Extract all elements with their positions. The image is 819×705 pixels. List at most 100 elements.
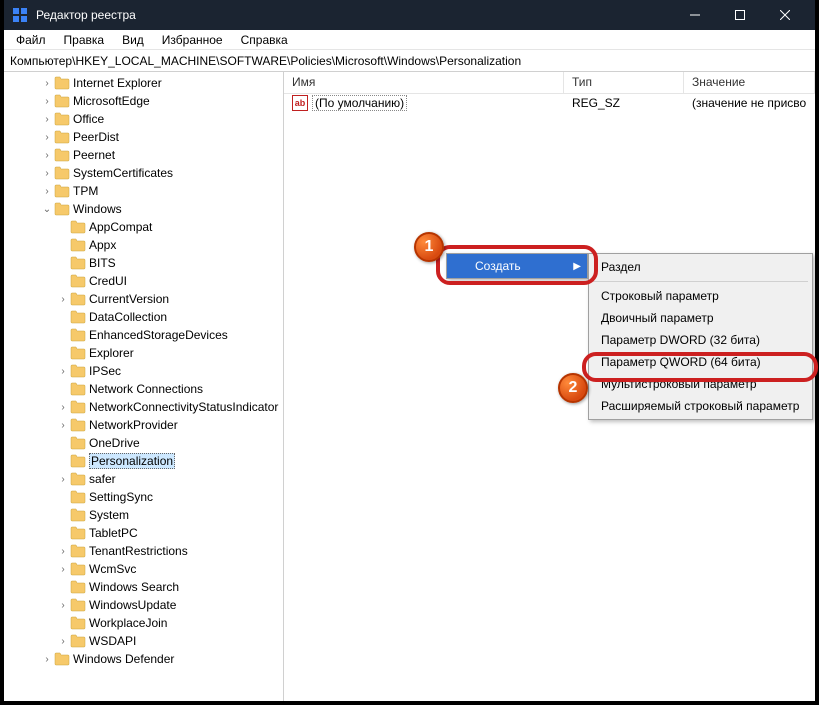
tree-node[interactable]: OneDrive	[4, 434, 283, 452]
expand-icon[interactable]: ›	[40, 168, 54, 179]
tree-node[interactable]: TabletPC	[4, 524, 283, 542]
expand-icon[interactable]: ›	[56, 294, 70, 305]
expand-icon[interactable]: ›	[40, 186, 54, 197]
expand-icon[interactable]: ›	[40, 150, 54, 161]
menu-favorites[interactable]: Избранное	[154, 31, 231, 49]
ctx-item-create[interactable]: Создать ▶	[447, 254, 587, 278]
col-header-value[interactable]: Значение	[684, 72, 815, 93]
tree-node-label: safer	[89, 472, 116, 486]
folder-icon	[70, 562, 86, 576]
menubar: Файл Правка Вид Избранное Справка	[4, 30, 815, 50]
tree-node[interactable]: DataCollection	[4, 308, 283, 326]
expand-icon[interactable]: ›	[40, 654, 54, 665]
folder-icon	[70, 508, 86, 522]
col-header-type[interactable]: Тип	[564, 72, 684, 93]
tree-node-label: Personalization	[89, 453, 175, 469]
tree-node[interactable]: SettingSync	[4, 488, 283, 506]
expand-icon[interactable]: ›	[40, 96, 54, 107]
tree-node[interactable]: Personalization	[4, 452, 283, 470]
tree-node-label: Internet Explorer	[73, 76, 162, 90]
col-header-name[interactable]: Имя	[284, 72, 564, 93]
expand-icon[interactable]: ›	[56, 366, 70, 377]
folder-icon	[70, 454, 86, 468]
menu-view[interactable]: Вид	[114, 31, 152, 49]
tree-node[interactable]: ›TenantRestrictions	[4, 542, 283, 560]
expand-icon[interactable]: ›	[40, 132, 54, 143]
tree-node[interactable]: AppCompat	[4, 218, 283, 236]
ctx2-item-key[interactable]: Раздел	[589, 256, 812, 278]
tree-node[interactable]: BITS	[4, 254, 283, 272]
tree-node[interactable]: › Peernet	[4, 146, 283, 164]
list-row[interactable]: ab (По умолчанию) REG_SZ (значение не пр…	[284, 94, 815, 112]
minimize-button[interactable]	[672, 0, 717, 30]
folder-icon	[54, 76, 70, 90]
tree-node[interactable]: › IPSec	[4, 362, 283, 380]
ctx2-item-expandstring[interactable]: Расширяемый строковый параметр	[589, 395, 812, 417]
tree-node-label: IPSec	[89, 364, 121, 378]
tree-node[interactable]: ›NetworkProvider	[4, 416, 283, 434]
tree-node[interactable]: Windows Search	[4, 578, 283, 596]
menu-help[interactable]: Справка	[233, 31, 296, 49]
tree-node[interactable]: ›MicrosoftEdge	[4, 92, 283, 110]
collapse-icon[interactable]: ⌄	[40, 204, 54, 215]
tree-node[interactable]: CredUI	[4, 272, 283, 290]
expand-icon[interactable]: ›	[56, 402, 70, 413]
string-value-icon: ab	[292, 95, 308, 111]
expand-icon[interactable]: ›	[56, 546, 70, 557]
ctx2-item-dword[interactable]: Параметр DWORD (32 бита)	[589, 329, 812, 351]
folder-icon	[70, 418, 86, 432]
folder-icon	[70, 220, 86, 234]
expand-icon[interactable]: ›	[56, 420, 70, 431]
expand-icon[interactable]: ›	[40, 78, 54, 89]
folder-icon	[54, 112, 70, 126]
ctx2-item-binary[interactable]: Двоичный параметр	[589, 307, 812, 329]
tree-view[interactable]: ›Internet Explorer›MicrosoftEdge›Office›…	[4, 72, 284, 701]
tree-node[interactable]: EnhancedStorageDevices	[4, 326, 283, 344]
expand-icon[interactable]: ›	[40, 114, 54, 125]
folder-icon	[70, 292, 86, 306]
close-button[interactable]	[762, 0, 807, 30]
tree-node[interactable]: › WindowsUpdate	[4, 596, 283, 614]
tree-node-label: WindowsUpdate	[89, 598, 176, 612]
app-icon	[12, 7, 28, 23]
tree-node[interactable]: › Internet Explorer	[4, 74, 283, 92]
tree-node[interactable]: ›NetworkConnectivityStatusIndicator	[4, 398, 283, 416]
annotation-badge-1: 1	[414, 232, 444, 262]
tree-node[interactable]: ›CurrentVersion	[4, 290, 283, 308]
annotation-badge-2: 2	[558, 373, 588, 403]
tree-node[interactable]: Network Connections	[4, 380, 283, 398]
ctx2-item-qword[interactable]: Параметр QWORD (64 бита)	[589, 351, 812, 373]
address-bar[interactable]: Компьютер\HKEY_LOCAL_MACHINE\SOFTWARE\Po…	[4, 50, 815, 72]
ctx2-item-string[interactable]: Строковый параметр	[589, 285, 812, 307]
ctx2-item-multistring[interactable]: Мультистроковый параметр	[589, 373, 812, 395]
tree-node[interactable]: Explorer	[4, 344, 283, 362]
tree-node-label: WorkplaceJoin	[89, 616, 167, 630]
tree-node-label: Peernet	[73, 148, 115, 162]
tree-node[interactable]: ›SystemCertificates	[4, 164, 283, 182]
tree-node[interactable]: ›WcmSvc	[4, 560, 283, 578]
menu-edit[interactable]: Правка	[56, 31, 113, 49]
folder-icon	[70, 310, 86, 324]
maximize-button[interactable]	[717, 0, 762, 30]
tree-node[interactable]: WorkplaceJoin	[4, 614, 283, 632]
folder-icon	[70, 382, 86, 396]
expand-icon[interactable]: ›	[56, 564, 70, 575]
tree-node[interactable]: › safer	[4, 470, 283, 488]
tree-node[interactable]: ›PeerDist	[4, 128, 283, 146]
tree-node[interactable]: › Windows Defender	[4, 650, 283, 668]
tree-node[interactable]: Appx	[4, 236, 283, 254]
tree-node-label: OneDrive	[89, 436, 140, 450]
tree-node-label: Windows Defender	[73, 652, 174, 666]
tree-node[interactable]: System	[4, 506, 283, 524]
titlebar: Редактор реестра	[4, 0, 815, 30]
menu-file[interactable]: Файл	[8, 31, 54, 49]
folder-icon	[70, 238, 86, 252]
tree-node[interactable]: ›WSDAPI	[4, 632, 283, 650]
expand-icon[interactable]: ›	[56, 474, 70, 485]
expand-icon[interactable]: ›	[56, 636, 70, 647]
tree-node[interactable]: ›TPM	[4, 182, 283, 200]
tree-node[interactable]: › Office	[4, 110, 283, 128]
expand-icon[interactable]: ›	[56, 600, 70, 611]
tree-node[interactable]: ⌄Windows	[4, 200, 283, 218]
tree-node-label: Office	[73, 112, 104, 126]
